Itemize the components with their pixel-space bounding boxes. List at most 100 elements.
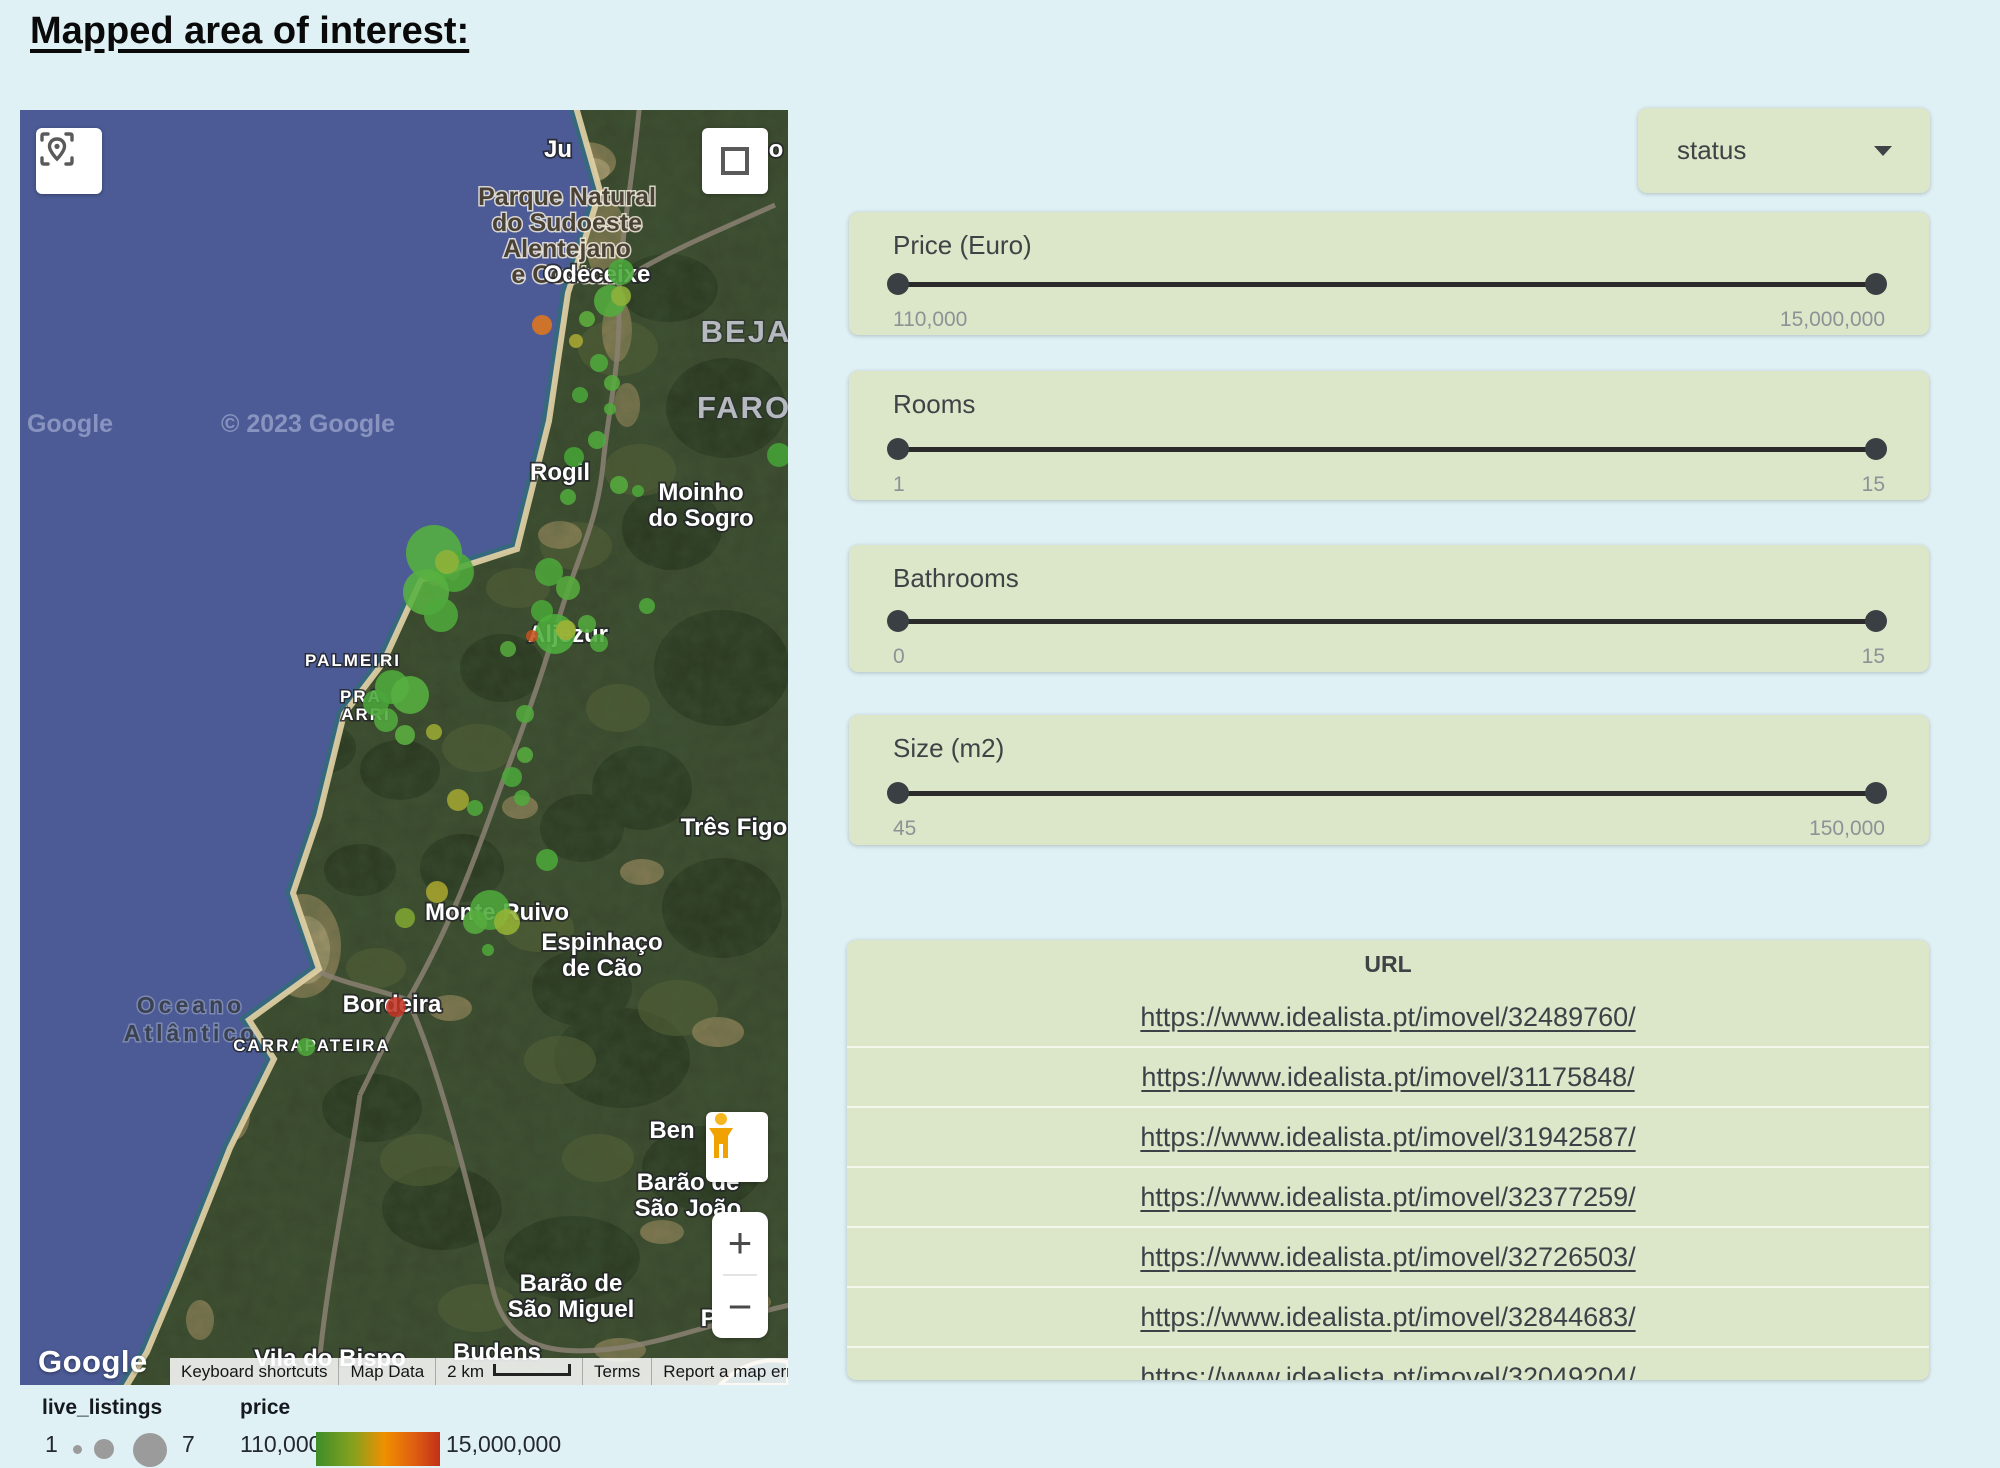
listing-dot[interactable] bbox=[297, 1038, 315, 1056]
listing-dot[interactable] bbox=[517, 747, 533, 763]
keyboard-shortcuts-link[interactable]: Keyboard shortcuts bbox=[170, 1358, 338, 1385]
map-label: Espinhaço bbox=[541, 929, 662, 956]
listing-dot[interactable] bbox=[590, 634, 608, 652]
fullscreen-button[interactable] bbox=[702, 128, 768, 194]
listing-dot[interactable] bbox=[639, 598, 655, 614]
listing-dot[interactable] bbox=[386, 997, 406, 1017]
price-gradient-bar bbox=[316, 1432, 440, 1466]
report-map-error-link[interactable]: Report a map error bbox=[651, 1358, 788, 1385]
price-min-label: 110,000 bbox=[893, 308, 967, 332]
map-label: © 2023 Google bbox=[221, 410, 395, 438]
listing-link[interactable]: https://www.idealista.pt/imovel/31175848… bbox=[1141, 1062, 1634, 1093]
legend-price-title: price bbox=[240, 1396, 290, 1420]
table-row: https://www.idealista.pt/imovel/32489760… bbox=[847, 988, 1929, 1046]
zoom-control: + − bbox=[712, 1212, 768, 1338]
listing-dot[interactable] bbox=[579, 311, 595, 327]
map-scale-bar bbox=[493, 1364, 571, 1376]
bathrooms-filter-title: Bathrooms bbox=[893, 563, 1019, 594]
listing-dot[interactable] bbox=[467, 800, 483, 816]
legend-price-max: 15,000,000 bbox=[446, 1431, 561, 1458]
listing-dot[interactable] bbox=[516, 705, 534, 723]
listing-dot[interactable] bbox=[604, 403, 616, 415]
map-label: FARO bbox=[697, 390, 788, 425]
listing-link[interactable]: https://www.idealista.pt/imovel/32049204… bbox=[1140, 1362, 1635, 1381]
listing-dot[interactable] bbox=[604, 375, 620, 391]
listing-dot[interactable] bbox=[632, 485, 644, 497]
url-table-header: URL bbox=[847, 940, 1929, 988]
bathrooms-slider-handle-min[interactable] bbox=[887, 610, 909, 632]
rooms-slider-handle-min[interactable] bbox=[887, 438, 909, 460]
listing-link[interactable]: https://www.idealista.pt/imovel/32489760… bbox=[1140, 1002, 1635, 1033]
listing-dot[interactable] bbox=[500, 641, 516, 657]
listing-dot[interactable] bbox=[426, 724, 442, 740]
listing-dot[interactable] bbox=[536, 849, 558, 871]
listing-dot[interactable] bbox=[435, 550, 459, 574]
listing-dot[interactable] bbox=[426, 881, 448, 903]
listing-dot[interactable] bbox=[578, 615, 596, 633]
map-label: Moinho bbox=[658, 479, 743, 506]
size-filter-title: Size (m2) bbox=[893, 733, 1004, 764]
map-label: Parque Natural bbox=[478, 183, 656, 211]
listing-dot[interactable] bbox=[590, 354, 608, 372]
zoom-out-button[interactable]: − bbox=[712, 1276, 768, 1338]
select-area-button[interactable] bbox=[36, 128, 102, 194]
listing-dot[interactable] bbox=[447, 789, 469, 811]
size-slider-track[interactable] bbox=[897, 791, 1877, 796]
map[interactable]: JuoParque Naturaldo SudoesteAlentejanoe … bbox=[20, 110, 788, 1385]
listing-dot[interactable] bbox=[374, 708, 398, 732]
listing-dot[interactable] bbox=[494, 909, 520, 935]
map-label: Alentejano bbox=[503, 235, 631, 263]
price-slider-track[interactable] bbox=[897, 282, 1877, 287]
listing-dot[interactable] bbox=[588, 431, 606, 449]
price-slider-handle-max[interactable] bbox=[1865, 273, 1887, 295]
listing-dot[interactable] bbox=[610, 476, 628, 494]
map-data-link[interactable]: Map Data bbox=[338, 1358, 435, 1385]
table-row: https://www.idealista.pt/imovel/32726503… bbox=[847, 1226, 1929, 1286]
listing-dot[interactable] bbox=[526, 630, 538, 642]
size-slider-handle-max[interactable] bbox=[1865, 782, 1887, 804]
listing-dot[interactable] bbox=[482, 944, 494, 956]
url-table: URL https://www.idealista.pt/imovel/3248… bbox=[847, 940, 1929, 1380]
listing-dot[interactable] bbox=[560, 489, 576, 505]
listing-dot[interactable] bbox=[564, 447, 584, 467]
map-label: Ben bbox=[649, 1117, 694, 1144]
listing-link[interactable]: https://www.idealista.pt/imovel/31942587… bbox=[1140, 1122, 1635, 1153]
listing-dot[interactable] bbox=[608, 259, 634, 285]
listing-dot[interactable] bbox=[514, 790, 530, 806]
pegman-button[interactable] bbox=[706, 1112, 768, 1182]
listing-link[interactable]: https://www.idealista.pt/imovel/32377259… bbox=[1140, 1182, 1635, 1213]
listing-dot[interactable] bbox=[391, 676, 429, 714]
bathrooms-slider-handle-max[interactable] bbox=[1865, 610, 1887, 632]
map-label: de Cão bbox=[562, 955, 642, 982]
price-slider-handle-min[interactable] bbox=[887, 273, 909, 295]
listing-dot[interactable] bbox=[463, 910, 487, 934]
bathrooms-slider-track[interactable] bbox=[897, 619, 1877, 624]
map-label: Barão de bbox=[520, 1270, 623, 1297]
listing-dot[interactable] bbox=[532, 315, 552, 335]
listing-dot[interactable] bbox=[556, 576, 580, 600]
listing-dot[interactable] bbox=[572, 387, 588, 403]
rooms-filter-card: Rooms 1 15 bbox=[849, 371, 1929, 500]
listing-dot[interactable] bbox=[395, 725, 415, 745]
listing-dot[interactable] bbox=[556, 620, 576, 640]
listing-link[interactable]: https://www.idealista.pt/imovel/32844683… bbox=[1140, 1302, 1635, 1333]
table-row: https://www.idealista.pt/imovel/32377259… bbox=[847, 1166, 1929, 1226]
listing-dot[interactable] bbox=[395, 908, 415, 928]
location-pin-brackets-icon bbox=[36, 128, 78, 170]
map-label: BEJA bbox=[701, 314, 788, 349]
status-dropdown[interactable]: status bbox=[1638, 108, 1930, 193]
rooms-slider-handle-max[interactable] bbox=[1865, 438, 1887, 460]
google-logo[interactable]: Google bbox=[38, 1344, 148, 1380]
listing-link[interactable]: https://www.idealista.pt/imovel/32726503… bbox=[1140, 1242, 1635, 1273]
terms-link[interactable]: Terms bbox=[582, 1358, 651, 1385]
fullscreen-icon bbox=[721, 147, 749, 175]
price-filter-card: Price (Euro) 110,000 15,000,000 bbox=[849, 212, 1929, 335]
listing-dot[interactable] bbox=[611, 286, 631, 306]
listing-dot[interactable] bbox=[424, 598, 458, 632]
rooms-slider-track[interactable] bbox=[897, 447, 1877, 452]
listing-dot[interactable] bbox=[502, 767, 522, 787]
zoom-in-button[interactable]: + bbox=[712, 1212, 768, 1274]
map-label: Três Figo bbox=[681, 814, 788, 841]
listing-dot[interactable] bbox=[569, 334, 583, 348]
size-slider-handle-min[interactable] bbox=[887, 782, 909, 804]
